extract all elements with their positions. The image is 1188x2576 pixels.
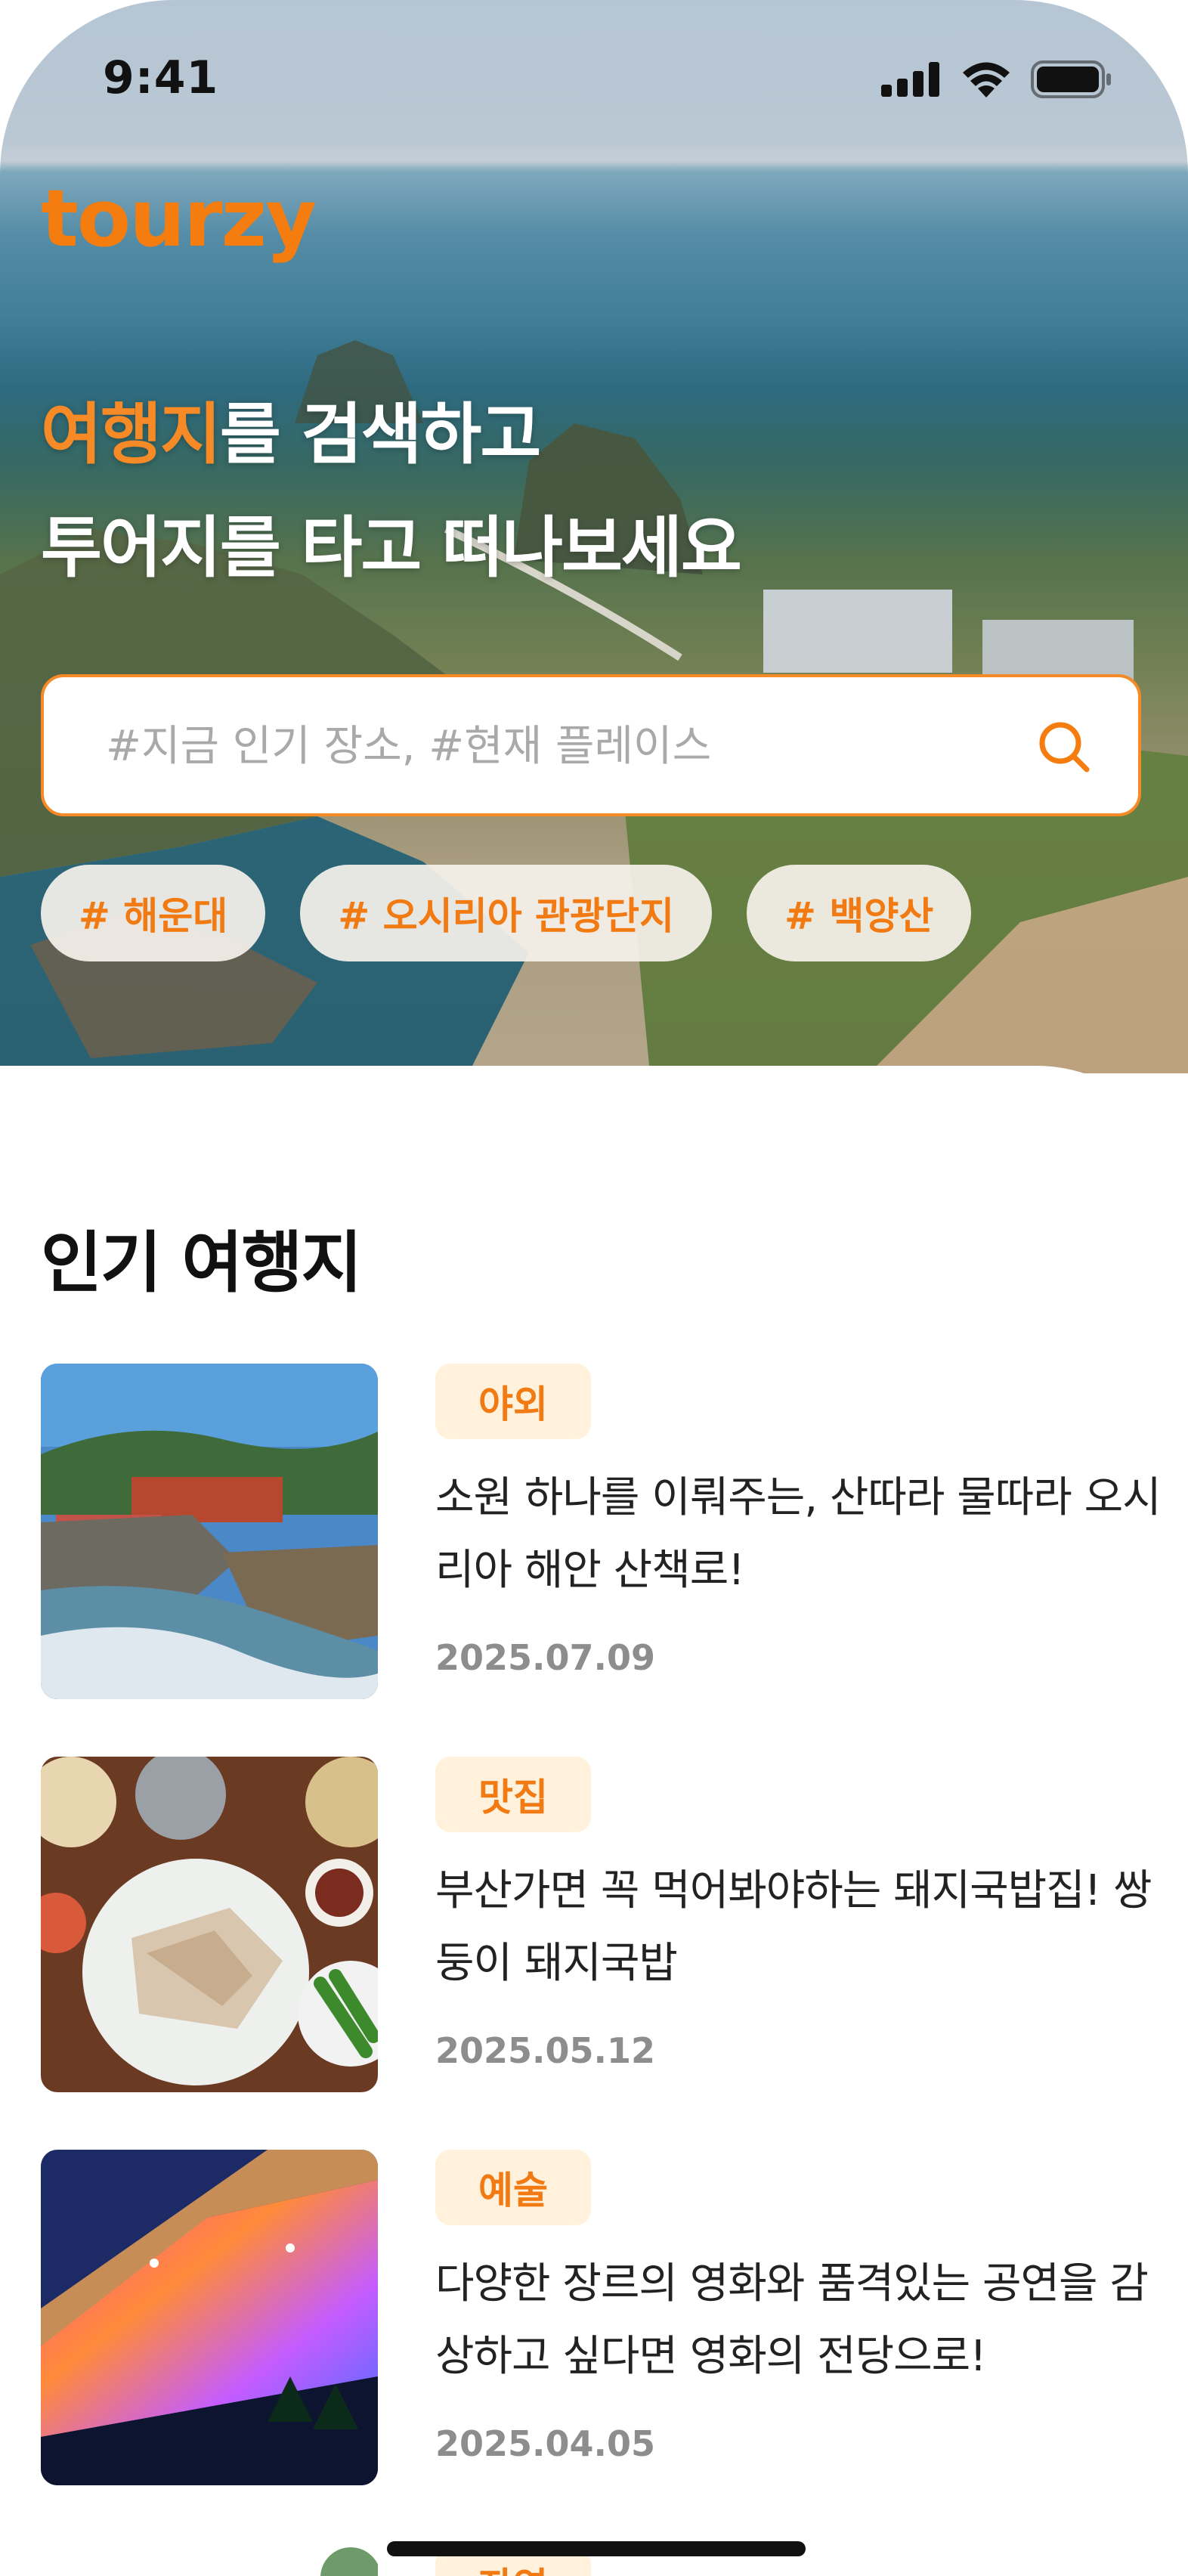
hashtag-list: # 해운대 # 오시리아 관광단지 # 백양산 [41, 865, 972, 961]
hashtag-chip[interactable]: # 오시리아 관광단지 [300, 865, 713, 961]
hero-headline: 여행지를 검색하고 투어지를 타고 떠나보세요 [41, 378, 742, 605]
post-date: 2025.04.05 [435, 2423, 656, 2464]
hero-banner: 9:41 tourzy 여행지를 검색하고 투어지를 타고 떠나보세요 #지금 … [0, 0, 1188, 1073]
section-title: 인기 여행지 [41, 1224, 362, 1302]
post-thumbnail-peek [41, 2532, 378, 2576]
post-date: 2025.07.09 [435, 1637, 656, 1678]
battery-icon [1031, 60, 1111, 98]
hashtag-chip[interactable]: # 백양산 [747, 865, 972, 961]
status-icons [881, 60, 1112, 98]
post-date: 2025.05.12 [435, 2030, 656, 2071]
hashtag-chip[interactable]: # 해운대 [41, 865, 266, 961]
category-badge: 맛집 [435, 1757, 591, 1832]
list-item[interactable]: 야외 소원 하나를 이뤄주는, 산따라 물따라 오시리아 해안 산책로! 202… [41, 1364, 1162, 1699]
headline-accent: 여행지 [41, 395, 221, 473]
list-item[interactable]: 맛집 부산가면 꼭 먹어봐야하는 돼지국밥집! 쌍둥이 돼지국밥 2025.05… [41, 1757, 1152, 2092]
post-title: 다양한 장르의 영화와 품격있는 공연을 감상하고 싶다면 영화의 전당으로! [435, 2259, 1149, 2381]
search-input[interactable] [104, 677, 1014, 815]
signal-icon [881, 62, 939, 97]
post-title: 부산가면 꼭 먹어봐야하는 돼지국밥집! 쌍둥이 돼지국밥 [435, 1866, 1152, 1988]
wifi-icon [963, 62, 1010, 98]
home-indicator [387, 2541, 806, 2556]
status-time: 9:41 [103, 51, 219, 104]
search-icon[interactable] [1035, 718, 1093, 776]
post-thumbnail [41, 1757, 378, 2092]
category-badge: 예술 [435, 2150, 591, 2225]
headline-line-2: 투어지를 타고 떠나보세요 [41, 509, 742, 587]
app-screen: 9:41 tourzy 여행지를 검색하고 투어지를 타고 떠나보세요 #지금 … [0, 0, 1188, 2576]
post-thumbnail [41, 2150, 378, 2485]
content-panel: 인기 여행지 야외 소원 하나를 이뤄주는, 산따라 물따라 오시리아 해안 산… [0, 1066, 1188, 2576]
list-item[interactable]: 예술 다양한 장르의 영화와 품격있는 공연을 감상하고 싶다면 영화의 전당으… [41, 2150, 1152, 2485]
tourzy-logo[interactable]: tourzy [41, 172, 317, 265]
headline-rest: 를 검색하고 [219, 395, 541, 473]
category-badge: 야외 [435, 1364, 591, 1439]
post-thumbnail [41, 1364, 378, 1699]
headline-line-1: 여행지를 검색하고 [41, 378, 741, 491]
post-title: 소원 하나를 이뤄주는, 산따라 물따라 오시리아 해안 산책로! [435, 1473, 1162, 1595]
search-bar[interactable] [41, 674, 1141, 816]
